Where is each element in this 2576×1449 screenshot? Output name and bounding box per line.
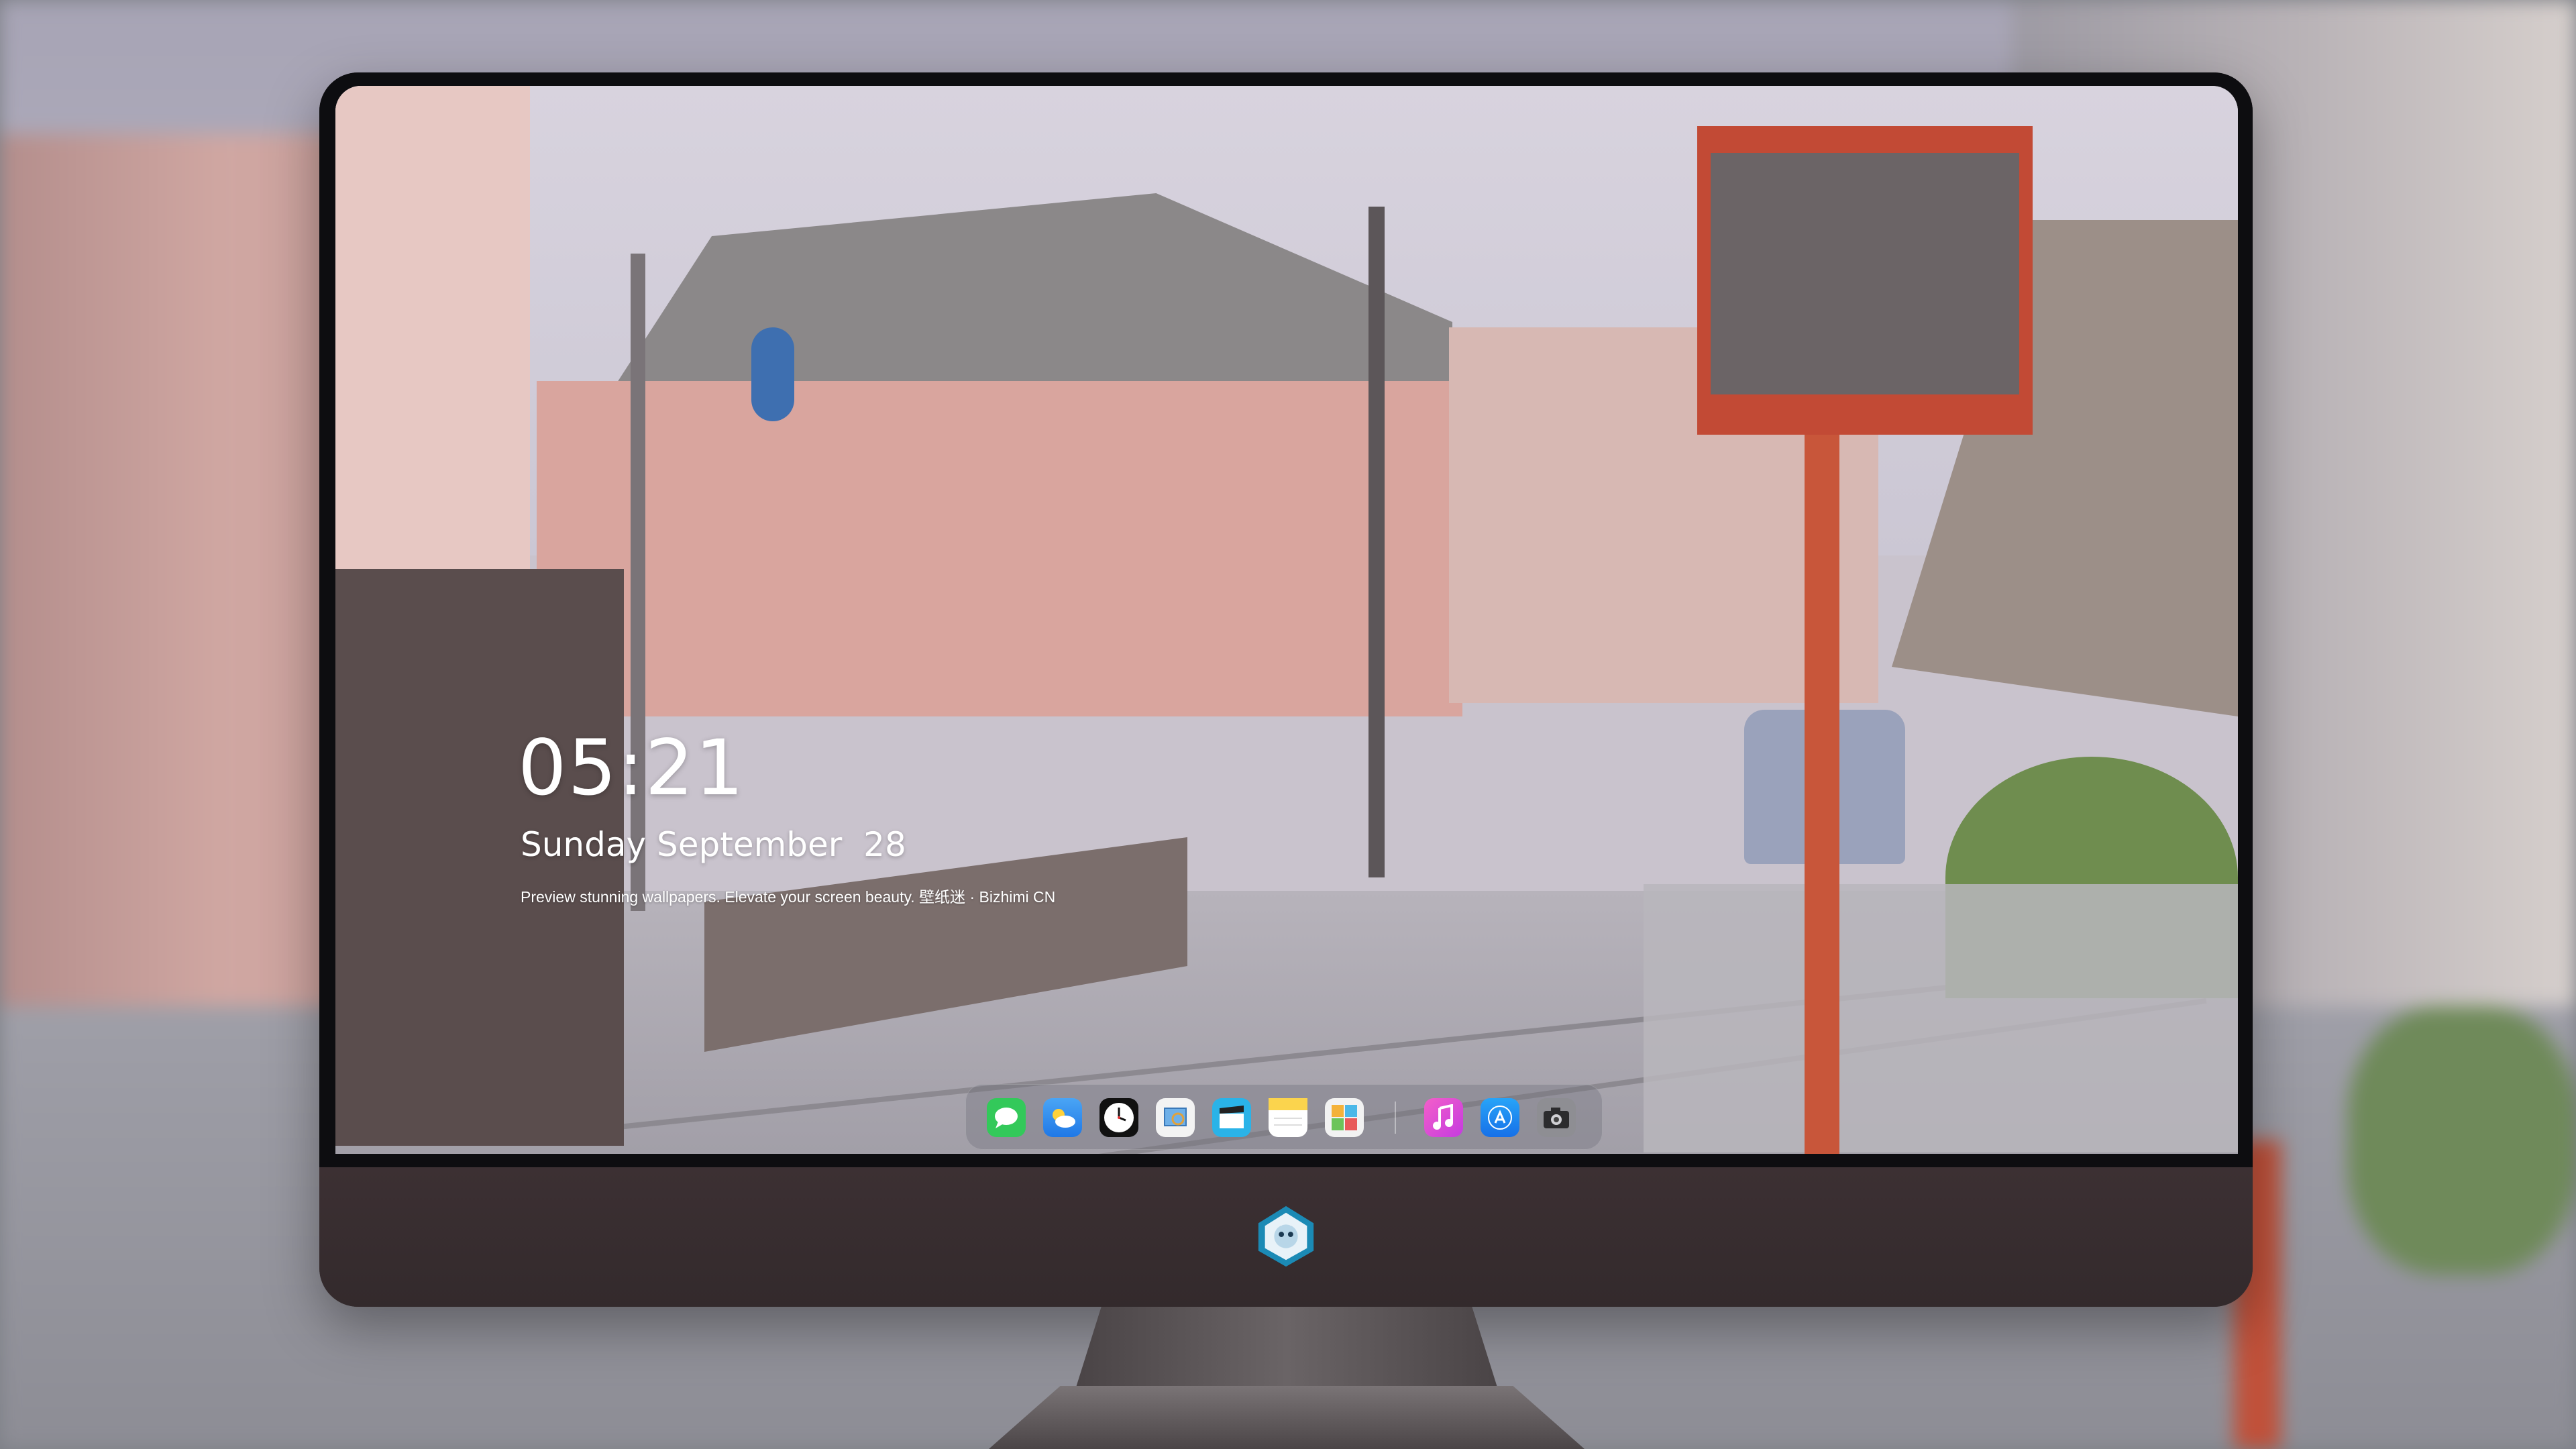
lock-screen-time: 05:21 [518,723,745,812]
clips-icon[interactable] [1212,1098,1251,1137]
monitor-stand-base [989,1386,1585,1449]
monitor-stand-neck [1076,1307,1497,1387]
screen: 05:21 Sunday September 28 Preview stunni… [335,86,2238,1154]
clock-icon[interactable] [1099,1098,1138,1137]
lock-screen-tagline: Preview stunning wallpapers. Elevate you… [521,888,1056,906]
preview-icon[interactable] [1156,1098,1195,1137]
camera-icon[interactable] [1537,1098,1576,1137]
notes-icon[interactable] [1269,1098,1307,1137]
lock-screen-date: Sunday September 28 [521,825,906,864]
dock [965,1084,1603,1150]
photos-icon[interactable] [1325,1098,1364,1137]
music-icon[interactable] [1424,1098,1463,1137]
dock-separator [1395,1102,1396,1134]
messages-icon[interactable] [987,1098,1026,1137]
mascot-logo-icon [1258,1205,1314,1267]
wallpaper [335,86,2238,1154]
app-store-icon[interactable] [1481,1098,1519,1137]
weather-icon[interactable] [1043,1098,1082,1137]
